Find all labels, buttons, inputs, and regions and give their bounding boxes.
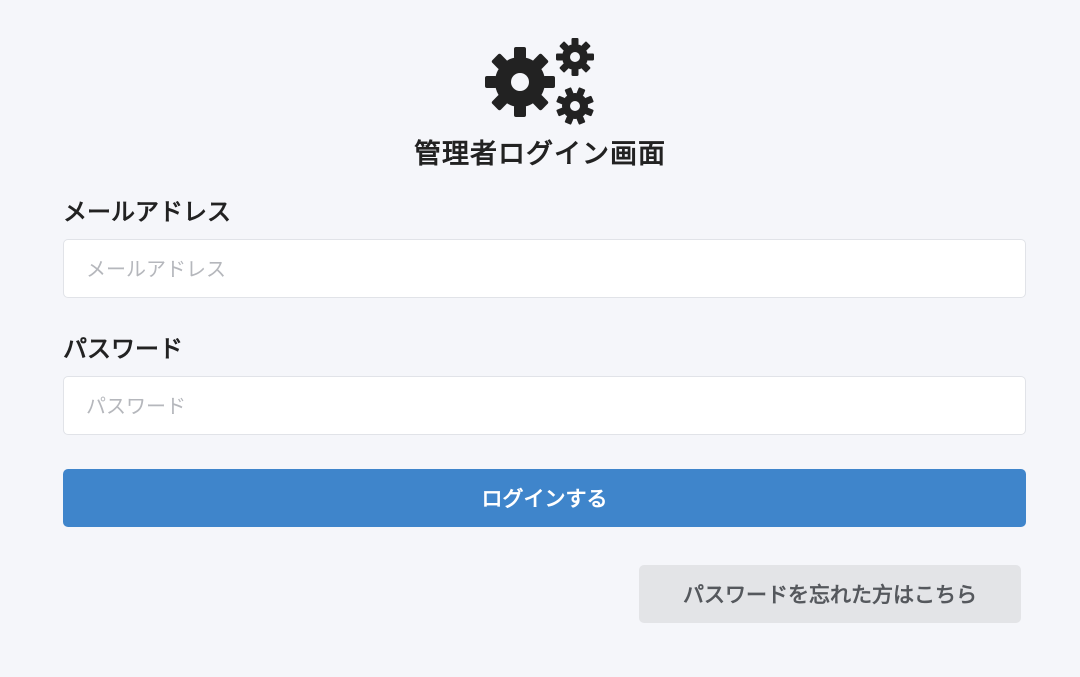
forgot-password-button[interactable]: パスワードを忘れた方はこちら	[639, 565, 1021, 623]
login-button[interactable]: ログインする	[63, 469, 1026, 527]
page-title: 管理者ログイン画面	[414, 139, 666, 170]
email-label: メールアドレス	[63, 198, 231, 226]
email-field[interactable]	[63, 239, 1026, 298]
password-field[interactable]	[63, 376, 1026, 435]
gears-icon	[485, 38, 594, 125]
password-label: パスワード	[63, 335, 183, 363]
login-header: 管理者ログイン画面	[0, 36, 1080, 172]
